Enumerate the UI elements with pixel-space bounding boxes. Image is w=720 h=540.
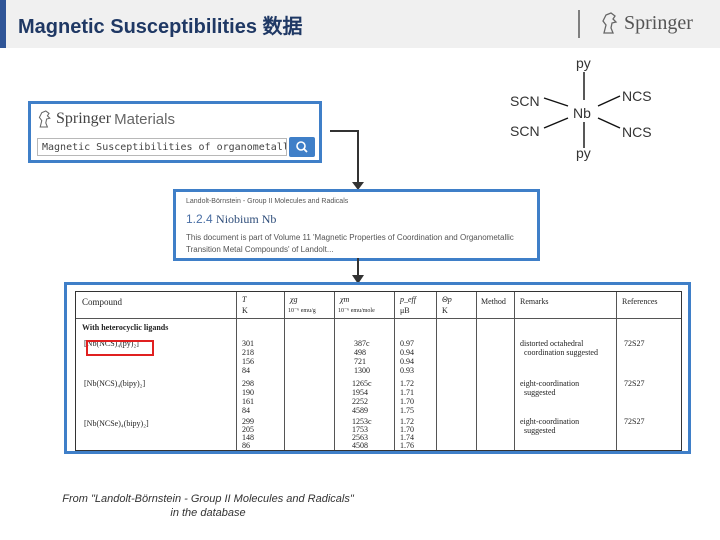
- section-number: 1.2.4: [186, 212, 213, 226]
- header-references: References: [622, 297, 658, 306]
- data-table-panel: Compound T K χg 10⁻⁶ emu/g χm 10⁻⁶ emu/m…: [64, 282, 691, 454]
- header-divider-line: [76, 318, 681, 319]
- mu-value: 0.94: [400, 357, 414, 366]
- chi-m-value: 4589: [352, 406, 368, 415]
- reference-code: 72S27: [624, 417, 645, 426]
- section-name: Niobium Nb: [216, 212, 277, 226]
- col-divider: [476, 292, 477, 450]
- col-divider: [236, 292, 237, 450]
- header-t-unit: K: [242, 306, 248, 315]
- slide-title: Magnetic Susceptibilities 数据: [18, 16, 303, 38]
- temp-value: 161: [242, 397, 254, 406]
- document-panel: Landolt-Börnstein - Group II Molecules a…: [173, 189, 540, 261]
- breadcrumb[interactable]: Landolt-Börnstein - Group II Molecules a…: [186, 198, 348, 205]
- ligand-py-bottom: py: [576, 145, 591, 161]
- reference-code: 72S27: [624, 339, 645, 348]
- col-divider: [284, 292, 285, 450]
- search-button[interactable]: [289, 137, 315, 157]
- header-compound: Compound: [82, 297, 123, 307]
- header-xm: χm: [340, 295, 350, 304]
- ligand-ncs-2: NCS: [622, 124, 652, 140]
- remark-text: suggested: [524, 388, 556, 397]
- temp-value: 156: [242, 357, 254, 366]
- mu-value: 0.93: [400, 366, 414, 375]
- springer-horse-icon: [38, 110, 51, 128]
- compound-name: [Nb(NCS)₄(bipy)₂]: [84, 379, 146, 388]
- header-theta-unit: K: [442, 306, 448, 315]
- compound-name: [Nb(NCSe)₄(bipy)₂]: [84, 419, 149, 428]
- chemical-structure: py SCN SCN Nb NCS NCS py: [500, 50, 720, 165]
- springer-logo-text: Springer: [624, 11, 693, 34]
- header-peff-unit: μB: [400, 306, 410, 315]
- chi-m-value: 4508: [352, 441, 368, 450]
- col-divider: [394, 292, 395, 450]
- caption-line-1: From "Landolt-Börnstein - Group II Molec…: [62, 493, 354, 505]
- header-xg-unit: 10⁻⁶ emu/g: [288, 308, 316, 314]
- header-xm-unit: 10⁻⁶ emu/mole: [338, 308, 375, 314]
- col-divider: [514, 292, 515, 450]
- mu-value: 1.76: [400, 441, 414, 450]
- mu-value: 1.70: [400, 397, 414, 406]
- col-divider: [616, 292, 617, 450]
- header-t: T: [242, 295, 247, 304]
- header-divider: [578, 10, 580, 38]
- remark-text: coordination suggested: [524, 348, 598, 357]
- temp-value: 84: [242, 406, 250, 415]
- search-input[interactable]: Magnetic Susceptibilities of organometal…: [37, 138, 287, 156]
- remark-text: distorted octahedral: [520, 339, 584, 348]
- ligand-scn-2: SCN: [510, 123, 540, 139]
- document-description: This document is part of Volume 11 'Magn…: [186, 233, 514, 254]
- springer-logo: Springer: [600, 10, 693, 36]
- temp-value: 84: [242, 366, 250, 375]
- ligand-ncs-1: NCS: [622, 88, 652, 104]
- ligand-py-top: py: [576, 55, 591, 71]
- header-xg: χg: [290, 295, 298, 304]
- temp-value: 86: [242, 441, 250, 450]
- remark-text: suggested: [524, 426, 556, 435]
- header-bar: Magnetic Susceptibilities 数据 Springer: [0, 0, 720, 48]
- header-peff: p_eff: [400, 295, 416, 304]
- metal-center: Nb: [573, 105, 591, 121]
- col-divider: [436, 292, 437, 450]
- chi-m-value: 1300: [354, 366, 370, 375]
- header-accent-bar: [0, 0, 6, 48]
- temp-value: 298: [242, 379, 254, 388]
- springermaterials-logo: Springer Materials: [37, 109, 175, 129]
- temp-value: 190: [242, 388, 254, 397]
- mu-value: 1.71: [400, 388, 414, 397]
- chi-m-value: 387c: [354, 339, 370, 348]
- chi-m-value: 2252: [352, 397, 368, 406]
- mu-value: 0.97: [400, 339, 414, 348]
- mu-value: 0.94: [400, 348, 414, 357]
- header-method: Method: [481, 297, 506, 306]
- document-title[interactable]: 1.2.4 Niobium Nb: [186, 212, 276, 227]
- chi-m-value: 1954: [352, 388, 368, 397]
- chi-m-value: 721: [354, 357, 366, 366]
- search-icon: [296, 141, 308, 153]
- springermaterials-search-panel: Springer Materials Magnetic Susceptibili…: [28, 101, 322, 163]
- temp-value: 218: [242, 348, 254, 357]
- mu-value: 1.72: [400, 379, 414, 388]
- ligand-scn-1: SCN: [510, 93, 540, 109]
- arrow-to-document: [330, 130, 364, 190]
- data-table: Compound T K χg 10⁻⁶ emu/g χm 10⁻⁶ emu/m…: [75, 291, 682, 451]
- source-caption: From "Landolt-Börnstein - Group II Molec…: [30, 492, 386, 520]
- header-remarks: Remarks: [520, 297, 549, 306]
- reference-code: 72S27: [624, 379, 645, 388]
- col-divider: [334, 292, 335, 450]
- remark-text: eight-coordination: [520, 379, 580, 388]
- remark-text: eight-coordination: [520, 417, 580, 426]
- logo-brand-text: Springer: [56, 110, 112, 127]
- group-title: With heterocyclic ligands: [82, 323, 169, 332]
- chi-m-value: 498: [354, 348, 366, 357]
- header-theta: Θp: [442, 295, 452, 304]
- compound-highlight-box: [86, 340, 154, 356]
- caption-line-2: in the database: [170, 507, 246, 519]
- temp-value: 301: [242, 339, 254, 348]
- springer-horse-icon: [602, 12, 618, 34]
- chi-m-value: 1265c: [352, 379, 372, 388]
- mu-value: 1.75: [400, 406, 414, 415]
- logo-product-text: Materials: [114, 110, 175, 128]
